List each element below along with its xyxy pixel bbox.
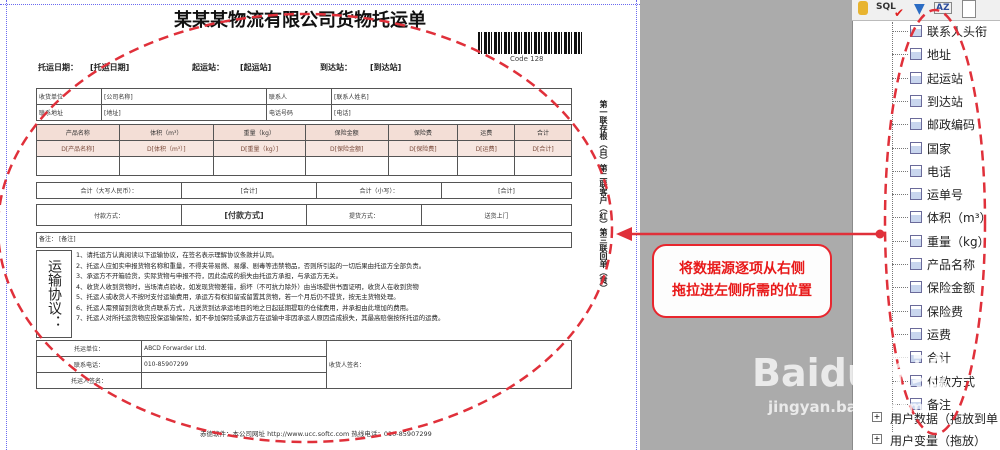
drag-arrow-origin — [875, 229, 885, 239]
watermark-url: jingyan.baidu.com — [768, 398, 924, 416]
watermark-brand: Baidu经验 — [752, 351, 950, 395]
drag-arrow-head — [616, 227, 632, 241]
form-highlight-ellipse — [0, 12, 614, 444]
